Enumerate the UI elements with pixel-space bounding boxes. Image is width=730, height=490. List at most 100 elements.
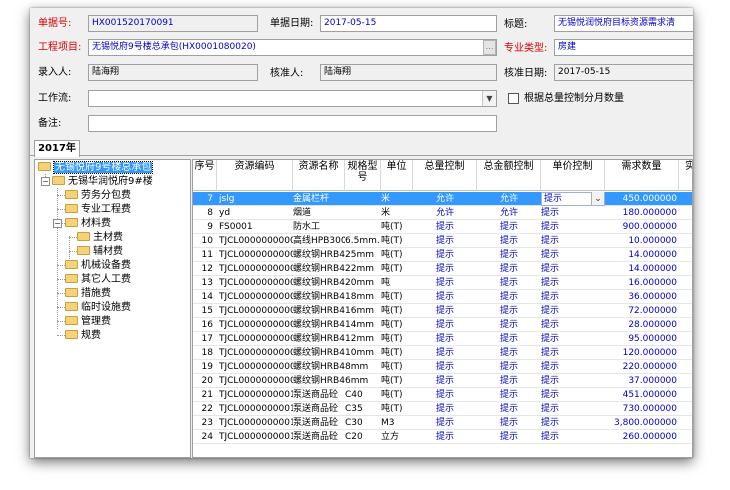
cell-name[interactable]: 螺纹钢HRB4 [293, 304, 345, 318]
cell-seq[interactable]: 19 [193, 360, 215, 374]
table-row[interactable]: 11 TJCL0000000000 螺纹钢HRB4 25mm 吨(T) 提示 提示 提示 14.… [193, 248, 692, 262]
cell-code[interactable]: TJCL0000000001 [219, 402, 293, 416]
cell-code[interactable]: TJCL0000000000 [219, 290, 293, 304]
cell-unit[interactable]: 吨(T) [381, 290, 413, 304]
cell-price-control[interactable]: 提示 [541, 276, 605, 290]
tree-node-aux-materials[interactable]: 辅材费 [77, 245, 123, 259]
tree-node-machinery[interactable]: 机械设备费 [65, 259, 131, 273]
cell-code[interactable]: jslg [219, 192, 293, 206]
cell-demand-qty[interactable]: 36.000000 [605, 290, 679, 304]
table-row[interactable]: 19 TJCL0000000000 螺纹钢HRB4 8mm 吨(T) 提示 提示 提示 220.… [193, 360, 692, 374]
tree-node-fees[interactable]: 规费 [65, 329, 101, 343]
cell-seq[interactable]: 7 [193, 192, 215, 206]
cell-name[interactable]: 高线HPB300 [293, 234, 345, 248]
table-row[interactable]: 15 TJCL0000000000 螺纹钢HRB4 16mm 吨(T) 提示 提示 提示 72.… [193, 304, 692, 318]
cell-amount-control[interactable]: 允许 [477, 192, 541, 206]
cell-name[interactable]: 烟道 [293, 206, 345, 220]
collapse-icon[interactable]: − [41, 177, 50, 186]
cell-spec[interactable]: 18mm [345, 290, 381, 304]
table-row[interactable]: 17 TJCL0000000000 螺纹钢HRB4 12mm 吨(T) 提示 提示 提示 95.… [193, 332, 692, 346]
cell-spec[interactable]: 6.5mm. [345, 234, 381, 248]
cell-demand-qty[interactable]: 260.000000 [605, 430, 679, 444]
cell-code[interactable]: TJCL0000000000 [219, 332, 293, 346]
cell-seq[interactable]: 21 [193, 388, 215, 402]
cell-spec[interactable]: 10mm [345, 346, 381, 360]
cell-name[interactable]: 螺纹钢HRB4 [293, 346, 345, 360]
cell-code[interactable]: TJCL0000000000 [219, 262, 293, 276]
table-row[interactable]: 18 TJCL0000000000 螺纹钢HRB4 10mm 吨(T) 提示 提示 提示 120… [193, 346, 692, 360]
cell-spec[interactable]: 25mm [345, 248, 381, 262]
cell-seq[interactable]: 20 [193, 374, 215, 388]
cell-qty-control[interactable]: 提示 [413, 262, 477, 276]
cell-spec[interactable] [345, 220, 381, 234]
specialty-field[interactable]: 房建 [554, 39, 693, 56]
cell-seq[interactable]: 17 [193, 332, 215, 346]
cell-amount-control[interactable]: 提示 [477, 360, 541, 374]
monthly-quantity-checkbox[interactable] [508, 93, 519, 104]
resource-grid[interactable]: 序号 资源编码 资源名称 规格型号 单位 总量控制 总金额控制 单价控制 需求数… [192, 159, 693, 458]
tab-2017[interactable]: 2017年 [34, 140, 80, 157]
cell-unit[interactable]: 米 [381, 206, 413, 220]
cell-code[interactable]: TJCL0000000000 [219, 234, 293, 248]
col-header-name[interactable]: 资源名称 [293, 160, 345, 191]
cell-unit[interactable]: 吨(T) [381, 262, 413, 276]
cell-spec[interactable]: 12mm [345, 332, 381, 346]
cell-amount-control[interactable]: 提示 [477, 374, 541, 388]
cell-amount-control[interactable]: 提示 [477, 304, 541, 318]
cell-name[interactable]: 螺纹钢HRB4 [293, 318, 345, 332]
cell-demand-qty[interactable]: 451.000000 [605, 388, 679, 402]
cell-seq[interactable]: 11 [193, 248, 215, 262]
table-row[interactable]: 13 TJCL0000000000 螺纹钢HRB4 20mm 吨提示 提示 提示 16.000… [193, 276, 692, 290]
cell-name[interactable]: 泵送商品砼 [293, 430, 345, 444]
cell-name[interactable]: 螺纹钢HRB4 [293, 332, 345, 346]
cell-name[interactable]: 螺纹钢HRB4 [293, 374, 345, 388]
cell-spec[interactable]: 14mm [345, 318, 381, 332]
cell-code[interactable]: TJCL0000000001 [219, 388, 293, 402]
table-row[interactable]: 23 TJCL0000000001 泵送商品砼 C30 M3 提示 提示 提示 3,800.00… [193, 416, 692, 430]
cell-amount-control[interactable]: 提示 [477, 262, 541, 276]
cell-unit[interactable]: 吨(T) [381, 234, 413, 248]
table-row[interactable]: 21 TJCL0000000001 泵送商品砼 C40 吨(T) 提示 提示 提示 451.00… [193, 388, 692, 402]
cell-qty-control[interactable]: 提示 [413, 360, 477, 374]
cell-seq[interactable]: 12 [193, 262, 215, 276]
cell-unit[interactable]: M3 [381, 416, 413, 430]
cell-demand-qty[interactable]: 16.000000 [605, 276, 679, 290]
cell-spec[interactable]: 16mm [345, 304, 381, 318]
cell-price-control[interactable]: 提示 [541, 262, 605, 276]
cell-price-control[interactable]: 提示 [541, 220, 605, 234]
cell-qty-control[interactable]: 提示 [413, 402, 477, 416]
cell-code[interactable]: TJCL0000000000 [219, 360, 293, 374]
project-picker-button[interactable]: … [483, 40, 496, 55]
cell-price-control[interactable]: 提示 [541, 402, 605, 416]
cell-seq[interactable]: 22 [193, 402, 215, 416]
doc-date-field[interactable]: 2017-05-15 [320, 15, 497, 32]
cell-unit[interactable]: 吨 [381, 276, 413, 290]
cell-unit[interactable]: 吨(T) [381, 374, 413, 388]
cell-qty-control[interactable]: 允许 [413, 206, 477, 220]
project-field[interactable]: 无锡悦府9号楼总承包(HX0001080020) [88, 39, 497, 56]
col-header-code[interactable]: 资源编码 [217, 160, 293, 191]
cell-amount-control[interactable]: 提示 [477, 346, 541, 360]
cell-price-control[interactable]: 提示 [541, 304, 605, 318]
cell-spec[interactable]: C35 [345, 402, 381, 416]
cell-seq[interactable]: 24 [193, 430, 215, 444]
cell-amount-control[interactable]: 提示 [477, 220, 541, 234]
cell-amount-control[interactable]: 允许 [477, 206, 541, 220]
cell-unit[interactable]: 吨(T) [381, 304, 413, 318]
cell-amount-control[interactable]: 提示 [477, 332, 541, 346]
cell-spec[interactable]: 8mm [345, 360, 381, 374]
tree-node-specialty-engineering[interactable]: 专业工程费 [65, 203, 131, 217]
table-row[interactable]: 20 TJCL0000000000 螺纹钢HRB4 6mm 吨(T) 提示 提示 提示 37.0… [193, 374, 692, 388]
cell-seq[interactable]: 14 [193, 290, 215, 304]
col-header-qty-control[interactable]: 总量控制 [413, 160, 477, 191]
tree-node-temp-facilities[interactable]: 临时设施费 [65, 301, 131, 315]
cell-demand-qty[interactable]: 14.000000 [605, 248, 679, 262]
cell-name[interactable]: 螺纹钢HRB4 [293, 360, 345, 374]
cell-demand-qty[interactable]: 28.000000 [605, 318, 679, 332]
cell-spec[interactable]: 22mm [345, 262, 381, 276]
cell-unit[interactable]: 吨(T) [381, 360, 413, 374]
table-row[interactable]: 16 TJCL0000000000 螺纹钢HRB4 14mm 吨(T) 提示 提示 提示 28.… [193, 318, 692, 332]
cell-qty-control[interactable]: 允许 [413, 192, 477, 206]
collapse-icon[interactable]: − [53, 219, 62, 228]
cell-qty-control[interactable]: 提示 [413, 290, 477, 304]
